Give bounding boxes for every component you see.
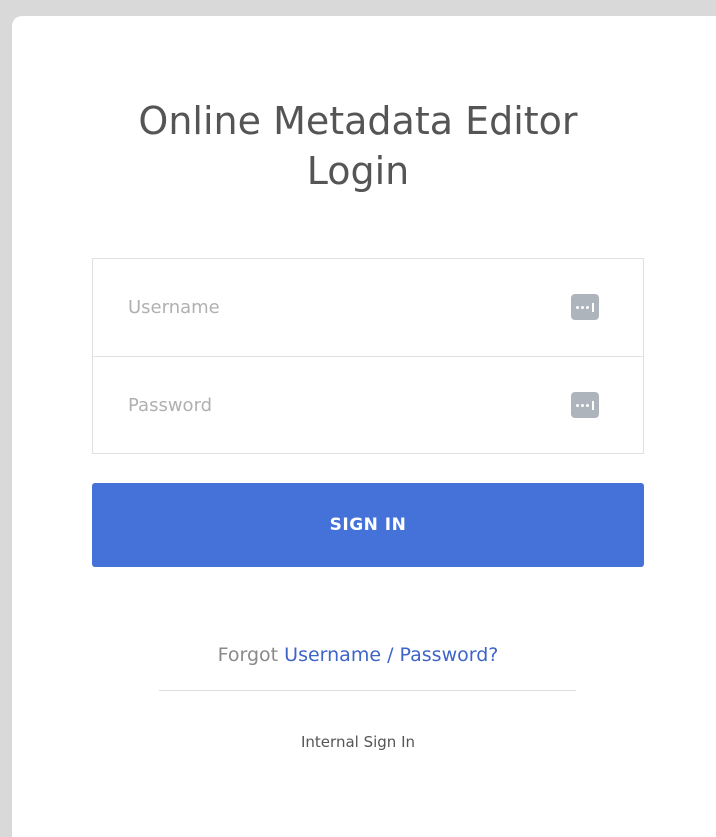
forgot-password-link[interactable]: Password? bbox=[400, 644, 499, 666]
icon-dot bbox=[576, 305, 579, 309]
password-field-row bbox=[93, 356, 643, 453]
forgot-credentials: Forgot Username / Password? bbox=[0, 644, 716, 666]
page-title: Online Metadata Editor Login bbox=[0, 96, 716, 196]
page: Online Metadata Editor Login SIGN IN For… bbox=[0, 0, 716, 837]
password-manager-icon[interactable] bbox=[571, 392, 599, 418]
password-input[interactable] bbox=[93, 357, 643, 453]
title-line-2: Login bbox=[306, 149, 410, 193]
title-line-1: Online Metadata Editor bbox=[138, 99, 578, 143]
password-manager-icon[interactable] bbox=[571, 294, 599, 320]
username-input[interactable] bbox=[93, 259, 643, 356]
divider bbox=[159, 690, 576, 691]
icon-dot bbox=[581, 305, 584, 309]
login-form bbox=[92, 258, 644, 454]
icon-cursor bbox=[592, 302, 594, 312]
icon-cursor bbox=[592, 400, 594, 410]
internal-signin: Internal Sign In bbox=[0, 733, 716, 751]
forgot-separator: / bbox=[387, 644, 394, 666]
username-field-row bbox=[93, 259, 643, 356]
forgot-username-link[interactable]: Username bbox=[284, 644, 381, 666]
internal-signin-link[interactable]: Internal Sign In bbox=[301, 733, 415, 751]
sign-in-button[interactable]: SIGN IN bbox=[92, 483, 644, 567]
forgot-prefix: Forgot bbox=[217, 644, 279, 666]
icon-dot bbox=[586, 403, 589, 407]
icon-dot bbox=[576, 403, 579, 407]
icon-dot bbox=[581, 403, 584, 407]
icon-dot bbox=[586, 305, 589, 309]
